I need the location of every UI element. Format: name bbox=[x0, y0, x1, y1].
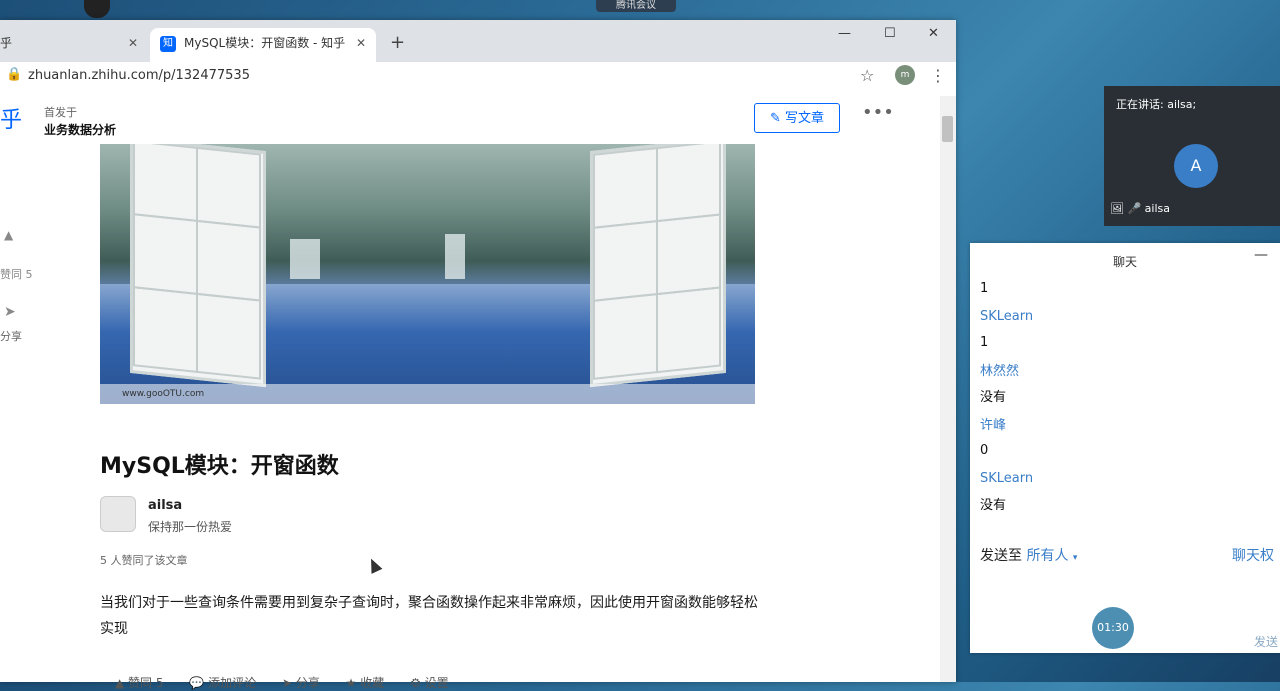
article-title: MySQL模块：开窗函数 bbox=[100, 454, 339, 479]
lock-icon[interactable]: 🔒 bbox=[6, 67, 22, 82]
comment-button[interactable]: 💬 添加评论 bbox=[189, 676, 256, 690]
action-label: 赞同 5 bbox=[128, 676, 164, 690]
minimize-icon[interactable]: — bbox=[838, 26, 851, 41]
chat-message-sender: 林然然 bbox=[980, 364, 1020, 379]
browser-window: 乎 ✕ 知 MySQL模块：开窗函数 - 知乎 ✕ + — ☐ ✕ 🔒 zhua… bbox=[0, 20, 956, 690]
bookmark-star-icon[interactable]: ☆ bbox=[860, 66, 874, 85]
send-to-label: 发送至 bbox=[980, 548, 1022, 564]
action-label: 收藏 bbox=[360, 676, 385, 690]
speaker-footer: 🖼 🎤 ailsa bbox=[1110, 202, 1170, 215]
likes-count[interactable]: 5 人赞同了该文章 bbox=[100, 552, 188, 568]
chat-message-sender: SKLearn bbox=[980, 471, 1034, 486]
send-to-value: 所有人 bbox=[1026, 548, 1069, 564]
chat-message-text: 0 bbox=[980, 443, 989, 458]
scrollbar-thumb[interactable] bbox=[942, 116, 953, 142]
tab-zhihu-previous[interactable]: 乎 ✕ bbox=[0, 28, 150, 62]
zhihu-logo[interactable]: 乎 bbox=[0, 102, 22, 134]
vote-button[interactable]: ▲ 赞同 5 bbox=[115, 676, 164, 690]
meeting-title-tab[interactable]: 腾讯会议 bbox=[596, 0, 676, 12]
minimize-icon[interactable]: — bbox=[1254, 247, 1268, 263]
hero-image: www.gooOTU.com bbox=[100, 144, 755, 404]
publication-name[interactable]: 业务数据分析 bbox=[44, 121, 116, 138]
mouse-cursor-icon bbox=[365, 556, 383, 574]
window-shutter-left bbox=[130, 144, 266, 388]
new-tab-icon[interactable]: + bbox=[390, 32, 405, 53]
triangle-up-icon: ▲ bbox=[115, 676, 129, 690]
speaker-avatar: A bbox=[1174, 144, 1218, 188]
send-to-selector[interactable]: 发送至 所有人 ▾ bbox=[980, 545, 1077, 565]
chat-message-sender: 许峰 bbox=[980, 418, 1007, 433]
more-icon[interactable]: ••• bbox=[862, 102, 894, 123]
close-window-icon[interactable]: ✕ bbox=[928, 26, 939, 41]
speaking-label: 正在讲话: ailsa; bbox=[1116, 98, 1197, 111]
publication-prefix: 首发于 bbox=[44, 106, 77, 119]
hero-waterfall bbox=[445, 234, 465, 279]
favorite-button[interactable]: ★ 收藏 bbox=[346, 676, 385, 690]
send-button[interactable]: 发送 bbox=[1254, 633, 1278, 650]
action-label: 设置 bbox=[424, 676, 449, 690]
chat-message-text: 没有 bbox=[980, 498, 1007, 513]
desktop-top-strip: 腾讯会议 bbox=[0, 0, 1280, 20]
hero-watermark: www.gooOTU.com bbox=[100, 384, 755, 404]
speaker-name: ailsa bbox=[1144, 202, 1170, 215]
chat-permission-link[interactable]: 聊天权 bbox=[1232, 545, 1274, 565]
zhihu-favicon-icon: 知 bbox=[160, 36, 176, 52]
timer-badge: 01:30 bbox=[1092, 607, 1134, 649]
edit-icon: ✎ bbox=[769, 111, 781, 126]
image-icon: 🖼 bbox=[1110, 202, 1124, 215]
speaker-panel: 正在讲话: ailsa; A 🖼 🎤 ailsa bbox=[1104, 86, 1280, 226]
microphone-icon: 🎤 bbox=[1127, 202, 1142, 215]
article-body: 当我们对于一些查询条件需要用到复杂子查询时，聚合函数操作起来非常麻烦，因此使用开… bbox=[100, 595, 758, 637]
write-article-button[interactable]: ✎ 写文章 bbox=[754, 103, 840, 133]
chat-message-sender: SKLearn bbox=[980, 309, 1034, 324]
scrollbar[interactable] bbox=[940, 96, 956, 682]
share-icon[interactable]: ➤ bbox=[4, 304, 16, 320]
settings-button[interactable]: ⚙ 设置 bbox=[410, 676, 449, 690]
maximize-icon[interactable]: ☐ bbox=[884, 26, 896, 41]
chat-panel: 聊天 — 1 SKLearn 1 林然然 没有 许峰 0 SKLearn 没有 … bbox=[970, 243, 1280, 653]
qq-penguin-icon[interactable] bbox=[84, 0, 110, 18]
profile-avatar[interactable]: m bbox=[895, 65, 915, 85]
comment-icon: 💬 bbox=[189, 676, 209, 690]
author-bio: 保持那一份热爱 bbox=[148, 520, 233, 534]
chat-message-text: 1 bbox=[980, 281, 989, 296]
upvote-triangle-icon[interactable]: ▲ bbox=[4, 228, 13, 242]
tab-article[interactable]: 知 MySQL模块：开窗函数 - 知乎 ✕ bbox=[150, 28, 376, 62]
window-shutter-right bbox=[590, 144, 726, 388]
action-bar: ▲ 赞同 5 💬 添加评论 ➤ 分享 ★ 收藏 ⚙ 设置 bbox=[115, 674, 471, 691]
hero-waterfall bbox=[290, 239, 320, 279]
tab-label: MySQL模块：开窗函数 - 知乎 bbox=[184, 36, 346, 50]
action-label: 添加评论 bbox=[208, 676, 257, 690]
share-icon: ➤ bbox=[281, 676, 296, 690]
article-page: 乎 首发于 业务数据分析 ✎ 写文章 ••• ▲ 赞同 5 ➤ 分享 www.g… bbox=[0, 96, 940, 690]
sidebar-vote-count[interactable]: 赞同 5 bbox=[0, 266, 33, 282]
chevron-down-icon: ▾ bbox=[1072, 553, 1078, 563]
chat-message-text: 1 bbox=[980, 335, 989, 350]
author-avatar[interactable] bbox=[100, 496, 136, 532]
close-icon[interactable]: ✕ bbox=[128, 28, 138, 58]
share-button[interactable]: ➤ 分享 bbox=[282, 676, 320, 690]
menu-kebab-icon[interactable]: ⋮ bbox=[930, 66, 946, 85]
author-name[interactable]: ailsa bbox=[148, 498, 182, 513]
action-label: 分享 bbox=[295, 676, 320, 690]
close-icon[interactable]: ✕ bbox=[356, 28, 366, 58]
chat-message-text: 没有 bbox=[980, 390, 1007, 405]
chat-title: 聊天 bbox=[1112, 255, 1137, 269]
address-bar: 🔒 zhuanlan.zhihu.com/p/132477535 ☆ m ⋮ bbox=[0, 62, 956, 97]
url-field[interactable]: zhuanlan.zhihu.com/p/132477535 bbox=[28, 68, 250, 83]
write-article-label: 写文章 bbox=[785, 111, 825, 126]
sidebar-share[interactable]: 分享 bbox=[0, 328, 22, 344]
tab-label: 乎 bbox=[0, 36, 13, 50]
tab-bar: 乎 ✕ 知 MySQL模块：开窗函数 - 知乎 ✕ + — ☐ ✕ bbox=[0, 20, 956, 62]
gear-icon: ⚙ bbox=[410, 676, 425, 690]
star-icon: ★ bbox=[345, 676, 361, 690]
